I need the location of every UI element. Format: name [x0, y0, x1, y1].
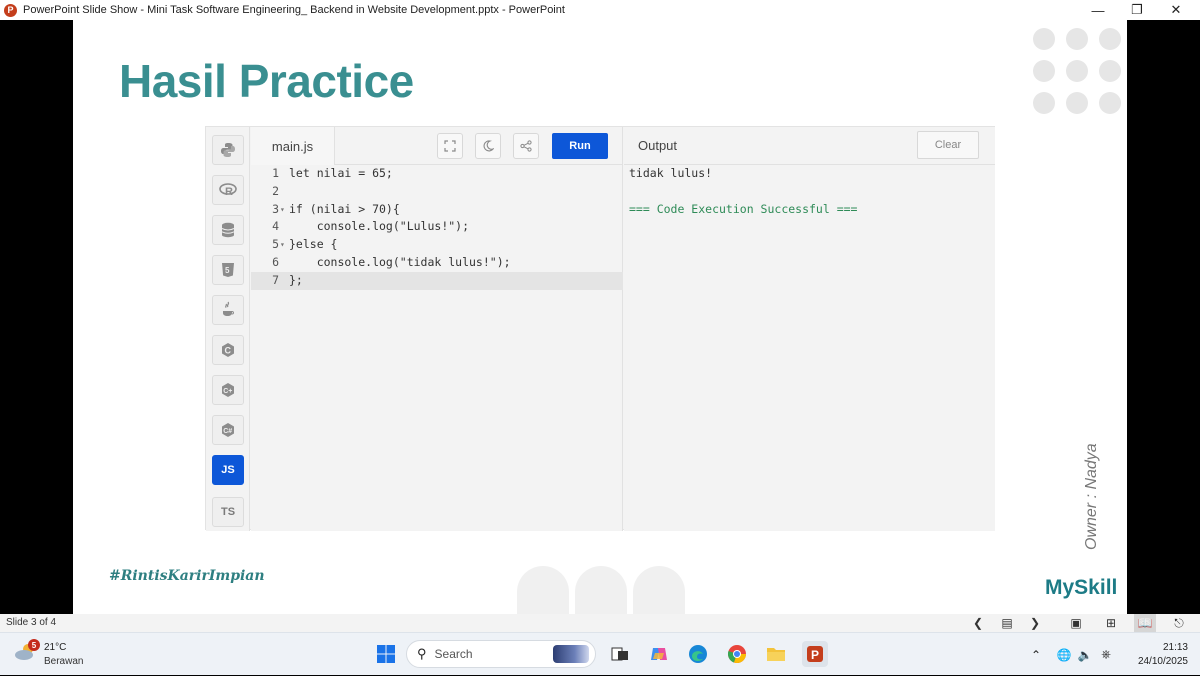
previous-slide-icon[interactable]: ❮	[967, 614, 989, 632]
code-line: 6 console.log("tidak lulus!");	[272, 254, 511, 269]
file-tab-main-js[interactable]: main.js	[251, 127, 335, 165]
copilot-icon[interactable]	[646, 641, 672, 667]
slide-canvas[interactable]: Hasil Practice R 5 C C+ C# JS TS main.js…	[73, 20, 1127, 614]
myskill-logo: MySkill	[1045, 576, 1118, 599]
code-toolbar: main.js Run	[251, 127, 623, 165]
output-pane: Output Clear tidak lulus! === Code Execu…	[624, 127, 995, 531]
window-title: PowerPoint Slide Show - Mini Task Softwa…	[23, 4, 565, 16]
hashtag-text: #RintisKarirImpian	[109, 568, 265, 584]
fold-arrow-icon: ▾	[280, 240, 285, 250]
window-titlebar: P PowerPoint Slide Show - Mini Task Soft…	[0, 0, 1200, 20]
online-code-editor: R 5 C C+ C# JS TS main.js Run 1 let nila…	[205, 126, 995, 531]
powerpoint-taskbar-icon[interactable]: P	[802, 641, 828, 667]
chrome-browser-icon[interactable]	[724, 641, 750, 667]
temperature: 21°C	[44, 642, 67, 653]
minimize-icon[interactable]: —	[1078, 0, 1118, 20]
code-line: 2	[272, 183, 279, 198]
output-console: tidak lulus! === Code Execution Successf…	[629, 165, 857, 218]
windows-taskbar: 5 21°C Berawan ⚲ Search P ⌃ 🌐 🔈 ⎈ 21:13 …	[0, 632, 1200, 675]
code-pane: main.js Run 1 let nilai = 65; 2 3 ▾ if (nil…	[251, 127, 623, 531]
system-clock[interactable]: 21:13 24/10/2025	[1124, 641, 1188, 669]
code-line: 3 ▾ if (nilai > 70){	[251, 201, 623, 219]
search-placeholder: Search	[434, 647, 473, 661]
show-hidden-icons-chevron-icon[interactable]: ⌃	[1027, 633, 1045, 676]
reading-view-icon[interactable]: 📖	[1134, 614, 1156, 632]
svg-text:C+: C+	[223, 388, 232, 395]
database-icon[interactable]	[212, 215, 244, 245]
language-globe-icon[interactable]: 🌐	[1054, 633, 1074, 676]
language-sidebar: R 5 C C+ C# JS TS	[206, 127, 250, 531]
svg-text:R: R	[225, 186, 233, 198]
slide-title: Hasil Practice	[119, 55, 414, 107]
weather-description: Berawan	[44, 656, 84, 667]
fullscreen-icon[interactable]	[437, 133, 463, 159]
output-title: Output	[638, 138, 678, 153]
search-highlight-image	[553, 645, 589, 663]
fold-arrow-icon: ▾	[280, 204, 285, 214]
windows-start-icon[interactable]	[373, 641, 399, 667]
clock-time: 21:13	[1162, 642, 1188, 653]
svg-text:P: P	[811, 648, 819, 662]
share-icon[interactable]	[513, 133, 539, 159]
owner-credit: Owner : Nadya	[1083, 443, 1100, 550]
html5-icon[interactable]: 5	[212, 255, 244, 285]
svg-text:C#: C#	[223, 428, 232, 435]
cpp-icon[interactable]: C+	[212, 375, 244, 405]
battery-icon[interactable]: ⎈	[1096, 633, 1116, 676]
next-slide-icon[interactable]: ❯	[1024, 614, 1046, 632]
python-icon[interactable]	[212, 135, 244, 165]
speaker-muted-icon[interactable]: 🔈	[1075, 633, 1095, 676]
dark-mode-moon-icon[interactable]	[475, 133, 501, 159]
java-icon[interactable]	[212, 295, 244, 325]
weather-widget[interactable]: 5 21°C Berawan	[14, 639, 104, 671]
csharp-icon[interactable]: C#	[212, 415, 244, 445]
typescript-icon[interactable]: TS	[212, 497, 244, 527]
r-icon[interactable]: R	[212, 175, 244, 205]
restore-icon[interactable]: ❐	[1117, 0, 1157, 20]
javascript-icon[interactable]: JS	[212, 455, 244, 485]
slide-menu-icon[interactable]: ▤	[996, 614, 1018, 632]
edge-browser-icon[interactable]	[685, 641, 711, 667]
clear-button[interactable]: Clear	[917, 131, 979, 159]
c-icon[interactable]: C	[212, 335, 244, 365]
search-icon: ⚲	[417, 646, 427, 661]
clock-date: 24/10/2025	[1137, 656, 1188, 667]
slideshow-view-icon[interactable]: ⎋	[1168, 614, 1190, 632]
slide-indicator: Slide 3 of 4	[6, 617, 57, 628]
code-line: 1 let nilai = 65;	[272, 166, 393, 180]
taskbar-search[interactable]: ⚲ Search	[406, 640, 596, 668]
slideshow-statusbar: Slide 3 of 4 ❮ ▤ ❯ ▣ ⊞ 📖 ⎋	[0, 614, 1200, 632]
svg-text:5: 5	[225, 266, 230, 275]
slide-sorter-icon[interactable]: ⊞	[1100, 614, 1122, 632]
close-icon[interactable]: ✕	[1156, 0, 1196, 20]
code-line: 5 ▾}else {	[251, 236, 623, 254]
code-area[interactable]: 1 let nilai = 65; 2 3 ▾ if (nilai > 70){ 4 …	[251, 165, 623, 290]
file-explorer-icon[interactable]	[763, 641, 789, 667]
output-line-success: === Code Execution Successful ===	[629, 201, 858, 216]
output-line: tidak lulus!	[629, 166, 713, 180]
decorative-dot-grid	[1031, 28, 1127, 118]
normal-view-icon[interactable]: ▣	[1065, 614, 1087, 632]
svg-text:C: C	[225, 346, 232, 356]
code-line-current: 7};	[251, 271, 623, 290]
notification-badge: 5	[28, 639, 40, 651]
output-toolbar: Output Clear	[624, 127, 995, 165]
powerpoint-app-icon: P	[4, 3, 17, 17]
task-view-icon[interactable]	[607, 641, 633, 667]
code-line: 4 console.log("Lulus!");	[272, 219, 470, 234]
run-button[interactable]: Run	[552, 133, 608, 159]
